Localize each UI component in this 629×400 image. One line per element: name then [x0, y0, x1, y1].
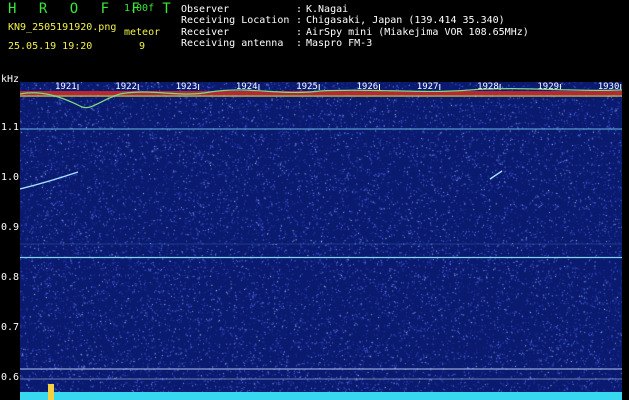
x-tick-label: 1922	[115, 82, 137, 92]
header-panel: H R O F F T 1.00f KN9_2505191920.png met…	[0, 0, 629, 78]
info-separator: :	[296, 38, 303, 49]
x-tick-label: 1926	[356, 82, 379, 92]
meteor-echo	[489, 170, 503, 180]
bottom-signal-strip	[20, 392, 622, 400]
antenna-label: Receiving antenna	[181, 38, 284, 49]
y-tick-label: 0.6	[1, 372, 20, 383]
x-tick-label: 1923	[175, 82, 198, 92]
filename-label: KN9_2505191920.png	[8, 22, 117, 33]
top-edge-band	[20, 91, 622, 95]
antenna-value: Maspro FM-3	[306, 38, 373, 49]
y-tick-label: 0.8	[1, 272, 20, 283]
x-tick-label: 1921	[55, 82, 77, 92]
version-label: 1.00f	[124, 3, 155, 14]
y-tick-label: 0.7	[1, 322, 20, 333]
x-tick-label: 1924	[235, 82, 258, 92]
x-tick-label: 1928	[477, 82, 499, 92]
datetime-label: 25.05.19 19:20	[8, 41, 93, 52]
location-value: Chigasaki, Japan (139.414 35.340)	[306, 15, 505, 26]
location-label: Receiving Location	[181, 15, 290, 26]
info-separator: :	[296, 4, 303, 15]
y-axis-unit: kHz	[1, 74, 20, 85]
receiver-label: Receiver	[181, 27, 230, 38]
y-tick-label: 1.0	[1, 172, 20, 183]
receiver-value: AirSpy mini (Miakejima VOR 108.65MHz)	[306, 27, 529, 38]
y-tick-label: 0.9	[1, 222, 20, 233]
top-edge-highlight	[20, 95, 622, 97]
spectrogram-plot	[20, 84, 622, 400]
x-tick-label: 1930	[597, 82, 620, 92]
observer-label: Observer	[181, 4, 230, 15]
x-tick-label: 1925	[296, 82, 318, 92]
meteor-echo	[20, 171, 79, 190]
meteor-label: meteor	[124, 27, 161, 38]
observer-value: K.Nagai	[306, 4, 349, 15]
x-tick-label: 1929	[537, 82, 560, 92]
y-tick-label: 1.1	[1, 122, 20, 133]
x-tick-label: 1927	[416, 82, 439, 92]
meteor-count: 9	[139, 41, 146, 52]
bottom-signal-spike	[48, 384, 54, 400]
info-separator: :	[296, 15, 303, 26]
info-separator: :	[296, 27, 303, 38]
